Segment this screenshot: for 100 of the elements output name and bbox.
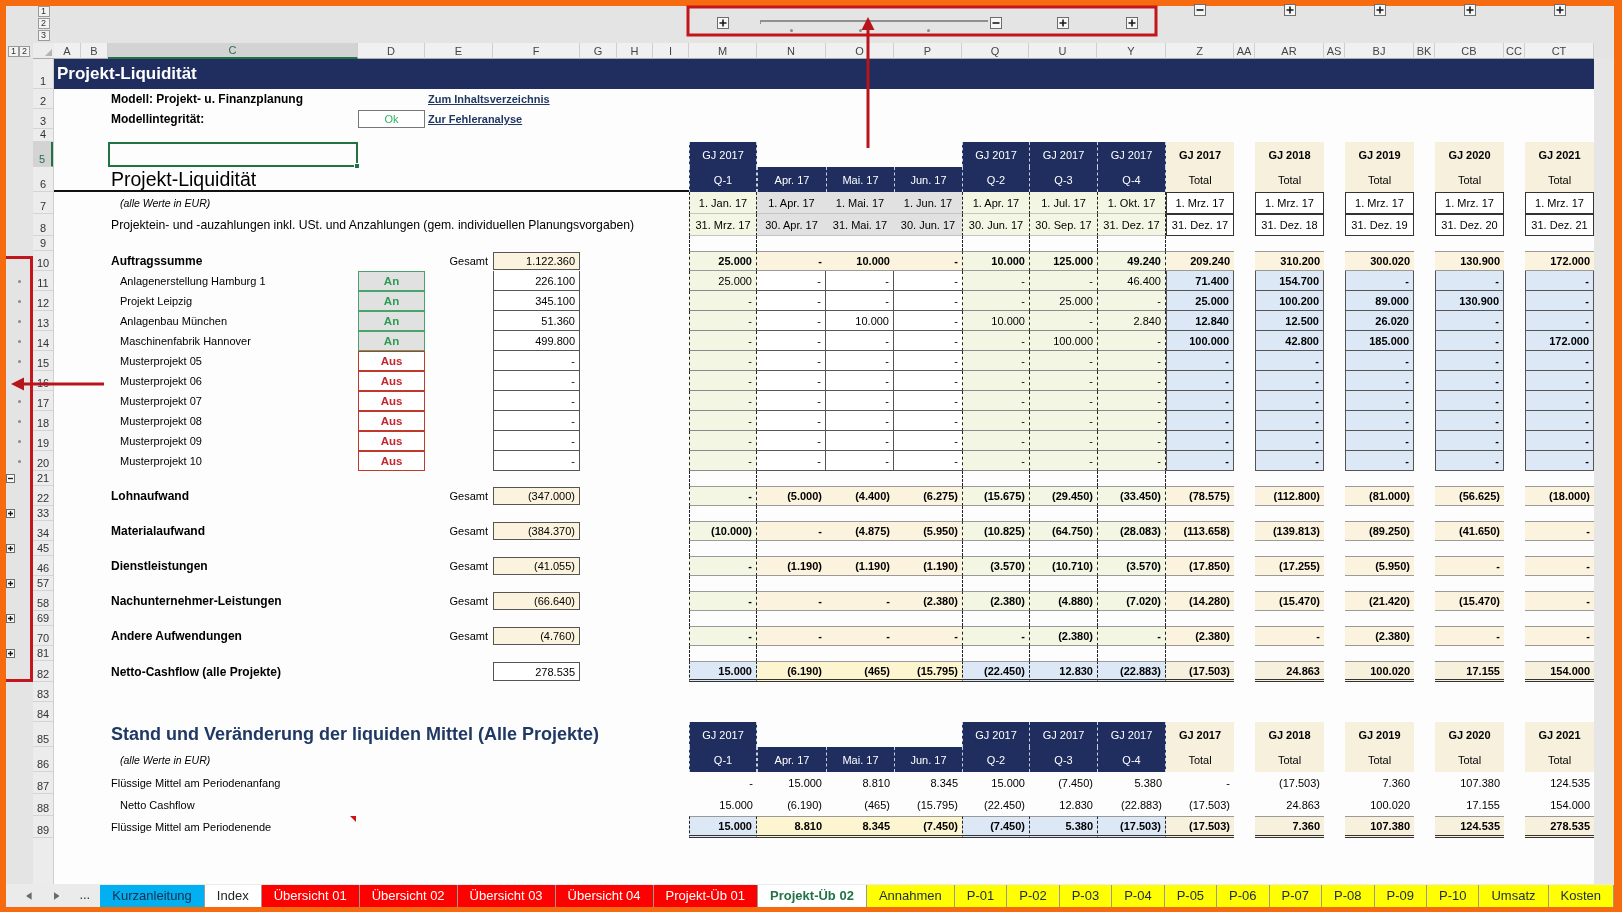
status-toggle[interactable]: Aus — [358, 391, 425, 411]
row-header[interactable]: 81 — [33, 646, 53, 661]
column-header[interactable]: B — [81, 43, 108, 59]
caret-left-icon[interactable] — [26, 891, 32, 900]
plus-box-icon[interactable] — [1057, 16, 1069, 29]
plus-box-icon[interactable] — [6, 614, 15, 623]
column-header[interactable]: F — [493, 43, 580, 59]
row-header[interactable]: 5 — [33, 142, 53, 167]
plus-box-icon[interactable] — [717, 16, 729, 29]
column-header[interactable]: AA — [1234, 43, 1255, 59]
value-cell: - — [689, 626, 757, 646]
sheet-tab[interactable]: Übersicht 01 — [261, 885, 360, 907]
sheet-tab[interactable]: Kosten — [1548, 885, 1614, 907]
sheet-tab[interactable]: P-08 — [1322, 885, 1375, 907]
column-header[interactable]: H — [617, 43, 653, 59]
column-header[interactable]: CC — [1504, 43, 1525, 59]
column-header[interactable]: O — [826, 43, 894, 59]
outline-level-button[interactable]: 1 — [8, 45, 19, 57]
sheet-tab[interactable]: Kurzanleitung — [100, 885, 205, 907]
value-cell: - — [1029, 451, 1097, 471]
date-cell: 30. Apr. 17 — [757, 214, 826, 236]
row-header[interactable]: 21 — [33, 471, 53, 486]
status-toggle[interactable]: Aus — [358, 431, 425, 451]
status-toggle[interactable]: Aus — [358, 351, 425, 371]
column-header[interactable]: Y — [1097, 43, 1166, 59]
column-header[interactable]: U — [1029, 43, 1097, 59]
column-header[interactable]: CT — [1525, 43, 1594, 59]
column-header[interactable]: AS — [1324, 43, 1345, 59]
status-toggle[interactable]: Aus — [358, 371, 425, 391]
column-header[interactable]: Z — [1166, 43, 1234, 59]
more-tabs-button[interactable]: ... — [77, 884, 93, 905]
row-label: Lohnaufwand — [111, 489, 189, 503]
status-toggle[interactable]: Aus — [358, 411, 425, 431]
minus-box-icon[interactable] — [989, 16, 1002, 29]
column-header[interactable]: BJ — [1345, 43, 1414, 59]
plus-box-icon[interactable] — [1283, 4, 1296, 16]
outline-level-button[interactable]: 2 — [37, 18, 50, 29]
sheet-tab[interactable]: Umsatz — [1479, 885, 1549, 907]
column-header[interactable]: I — [653, 43, 689, 59]
row-header[interactable]: 4 — [33, 129, 53, 142]
sheet-tab[interactable]: Index — [204, 885, 262, 907]
sheet-tab[interactable]: Annahmen — [866, 885, 955, 907]
caret-right-icon[interactable] — [53, 891, 60, 900]
column-header[interactable]: G — [580, 43, 617, 59]
link[interactable]: Zum Inhaltsverzeichnis — [428, 93, 550, 105]
minus-box-icon[interactable] — [6, 474, 15, 483]
column-header[interactable]: AR — [1255, 43, 1324, 59]
sheet-tab[interactable]: Übersicht 02 — [359, 885, 458, 907]
status-toggle[interactable]: Aus — [358, 451, 425, 471]
column-header[interactable]: D — [358, 43, 425, 59]
plus-box-icon[interactable] — [1373, 4, 1386, 16]
minus-box-icon[interactable] — [1194, 4, 1206, 16]
outline-level-button[interactable]: 2 — [19, 45, 30, 57]
row-header[interactable]: 9 — [33, 236, 53, 251]
sheet-tab[interactable]: P-05 — [1164, 885, 1218, 907]
row-header[interactable]: 57 — [33, 576, 53, 591]
column-header[interactable]: C — [108, 43, 358, 59]
square-handle-icon[interactable] — [354, 163, 360, 169]
sheet-tab[interactable]: P-02 — [1007, 885, 1060, 907]
column-header[interactable]: P — [894, 43, 962, 59]
column-header[interactable]: BK — [1414, 43, 1435, 59]
value-cell: - — [826, 591, 894, 611]
column-header[interactable]: N — [757, 43, 826, 59]
column-header[interactable]: E — [425, 43, 493, 59]
plus-box-icon[interactable] — [6, 649, 15, 658]
plus-box-icon[interactable] — [6, 579, 15, 588]
sheet-tab[interactable]: P-06 — [1217, 885, 1270, 907]
value-cell: - — [826, 451, 894, 471]
column-header[interactable]: A — [54, 43, 81, 59]
row-header[interactable]: 45 — [33, 541, 53, 556]
active-cell[interactable] — [108, 142, 358, 167]
period-header: Apr. 17 — [757, 747, 826, 772]
sheet-tab[interactable]: P-04 — [1112, 885, 1165, 907]
sheet-tab[interactable]: P-10 — [1427, 885, 1480, 907]
value-cell-text: - — [1225, 776, 1231, 791]
value-cell: - — [962, 391, 1029, 411]
sheet-tab[interactable]: P-07 — [1269, 885, 1323, 907]
column-header[interactable]: Q — [962, 43, 1029, 59]
plus-box-icon[interactable] — [6, 509, 15, 518]
row-header[interactable]: 69 — [33, 611, 53, 626]
plus-box-icon[interactable] — [1463, 4, 1476, 16]
plus-box-icon[interactable] — [1125, 16, 1138, 29]
sheet-tab[interactable]: P-01 — [954, 885, 1008, 907]
column-header[interactable]: M — [689, 43, 757, 59]
plus-box-icon[interactable] — [6, 544, 15, 553]
plus-box-icon[interactable] — [1553, 4, 1566, 16]
link[interactable]: Zur Fehleranalyse — [428, 113, 523, 125]
sheet-tab[interactable]: Projekt-Üb 01 — [653, 885, 759, 907]
sheet-tab[interactable]: Übersicht 04 — [555, 885, 654, 907]
period-header: GJ 2017 — [1029, 142, 1097, 167]
sheet-tab[interactable]: Übersicht 03 — [457, 885, 556, 907]
row-header[interactable]: 33 — [33, 506, 53, 521]
date-cell: 31. Dez. 19 — [1345, 214, 1414, 236]
sheet-tab[interactable]: P-03 — [1059, 885, 1113, 907]
column-header[interactable]: CB — [1435, 43, 1504, 59]
outline-level-button[interactable]: 1 — [37, 6, 50, 17]
sheet-tab[interactable]: Projekt-Üb 02 — [758, 885, 867, 907]
sheet-tab[interactable]: P-09 — [1374, 885, 1427, 907]
outline-level-button[interactable]: 3 — [37, 30, 50, 41]
value-cell: - — [1097, 411, 1166, 431]
